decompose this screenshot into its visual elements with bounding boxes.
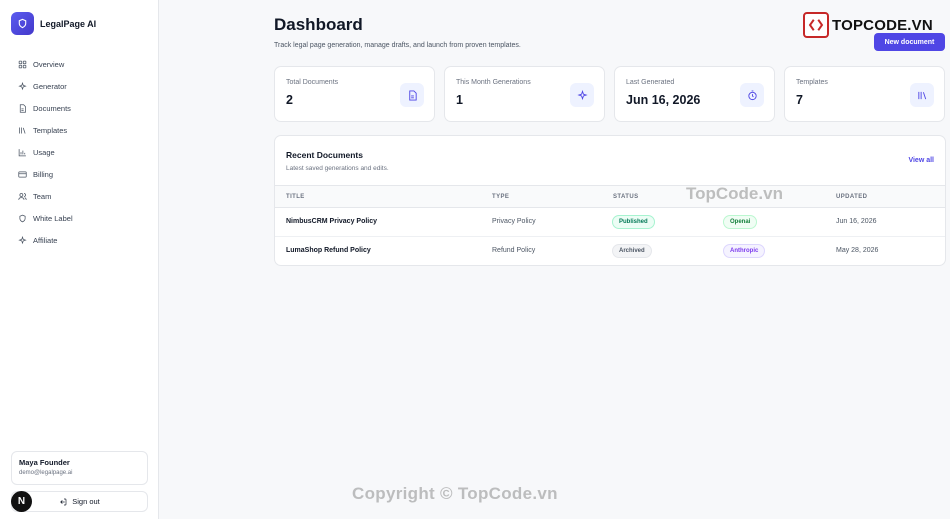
sidebar-item-white-label[interactable]: White Label (0, 207, 158, 229)
column-header-status[interactable]: STATUS (613, 194, 639, 200)
users-icon (17, 191, 28, 202)
sidebar-item-label: Generator (33, 81, 67, 91)
table-header: TITLE TYPE STATUS UPDATED (275, 185, 945, 208)
sidebar-item-label: Templates (33, 125, 68, 135)
copyright-watermark: Copyright © TopCode.vn (352, 484, 558, 503)
page-subtitle: Track legal page generation, manage draf… (274, 42, 521, 49)
sidebar-item-label: Overview (33, 59, 65, 69)
document-type: Privacy Policy (492, 218, 536, 225)
status-badge: Archived (612, 244, 652, 258)
watermark-logo-icon (803, 12, 829, 38)
stat-card-last-generated: Last Generated Jun 16, 2026 (614, 66, 775, 122)
stat-card-month-generations: This Month Generations 1 (444, 66, 605, 122)
sidebar-item-team[interactable]: Team (0, 185, 158, 207)
user-name: Maya Founder (19, 458, 70, 467)
sidebar-item-label: Usage (33, 147, 55, 157)
panel-title: Recent Documents (286, 150, 363, 160)
status-badge: Published (612, 215, 655, 229)
sidebar-nav: Overview Generator Documents Templates U… (0, 53, 158, 251)
library-icon (910, 83, 934, 107)
sidebar-item-affiliate[interactable]: Affiliate (0, 229, 158, 251)
column-header-type[interactable]: TYPE (492, 194, 509, 200)
document-updated: May 28, 2026 (836, 247, 879, 254)
provider-badge: Anthropic (723, 244, 766, 258)
shield-icon (17, 213, 28, 224)
document-title[interactable]: LumaShop Refund Policy (286, 247, 371, 254)
user-email: demo@legalpage.ai (19, 470, 73, 476)
sidebar-item-generator[interactable]: Generator (0, 75, 158, 97)
document-type: Refund Policy (492, 247, 536, 254)
recent-documents-panel: Recent Documents Latest saved generation… (274, 135, 946, 266)
stat-card-total-documents: Total Documents 2 (274, 66, 435, 122)
avatar[interactable]: N (11, 491, 32, 512)
view-all-link[interactable]: View all (908, 157, 934, 164)
watermark-text: TopCode.vn (686, 184, 783, 203)
sidebar-item-label: White Label (33, 213, 73, 223)
credit-card-icon (17, 169, 28, 180)
page-title: Dashboard (274, 15, 363, 34)
column-header-updated[interactable]: UPDATED (836, 194, 867, 200)
panel-subtitle: Latest saved generations and edits. (286, 165, 389, 172)
document-title[interactable]: NimbusCRM Privacy Policy (286, 218, 377, 225)
user-card[interactable]: Maya Founder demo@legalpage.ai (11, 451, 148, 485)
brand[interactable]: LegalPage AI (11, 12, 96, 35)
sign-out-icon (59, 498, 72, 506)
sparkle-icon (17, 235, 28, 246)
document-icon (400, 83, 424, 107)
sidebar-item-usage[interactable]: Usage (0, 141, 158, 163)
sidebar-item-overview[interactable]: Overview (0, 53, 158, 75)
brand-name: LegalPage AI (40, 18, 97, 29)
library-icon (17, 125, 28, 136)
bar-chart-icon (17, 147, 28, 158)
table-row[interactable]: LumaShop Refund Policy Refund Policy Arc… (275, 237, 945, 265)
shield-icon (11, 12, 34, 35)
sidebar-item-label: Documents (33, 103, 71, 113)
sparkle-icon (570, 83, 594, 107)
document-updated: Jun 16, 2026 (836, 218, 877, 225)
provider-badge: Openai (723, 215, 758, 229)
grid-icon (17, 59, 28, 70)
timer-icon (740, 83, 764, 107)
stat-card-templates: Templates 7 (784, 66, 945, 122)
sparkle-icon (17, 81, 28, 92)
sidebar: LegalPage AI Overview Generator Document… (0, 0, 159, 519)
sidebar-item-documents[interactable]: Documents (0, 97, 158, 119)
sidebar-item-label: Team (33, 191, 52, 201)
watermark-logo-text: TOPCODE.VN (832, 16, 933, 34)
table-row[interactable]: NimbusCRM Privacy Policy Privacy Policy … (275, 208, 945, 237)
sidebar-item-label: Affiliate (33, 235, 58, 245)
document-icon (17, 103, 28, 114)
sign-out-label: Sign out (72, 497, 100, 506)
new-document-button[interactable]: New document (874, 33, 945, 51)
sidebar-item-label: Billing (33, 169, 54, 179)
sidebar-item-billing[interactable]: Billing (0, 163, 158, 185)
column-header-title[interactable]: TITLE (286, 194, 305, 200)
sidebar-item-templates[interactable]: Templates (0, 119, 158, 141)
